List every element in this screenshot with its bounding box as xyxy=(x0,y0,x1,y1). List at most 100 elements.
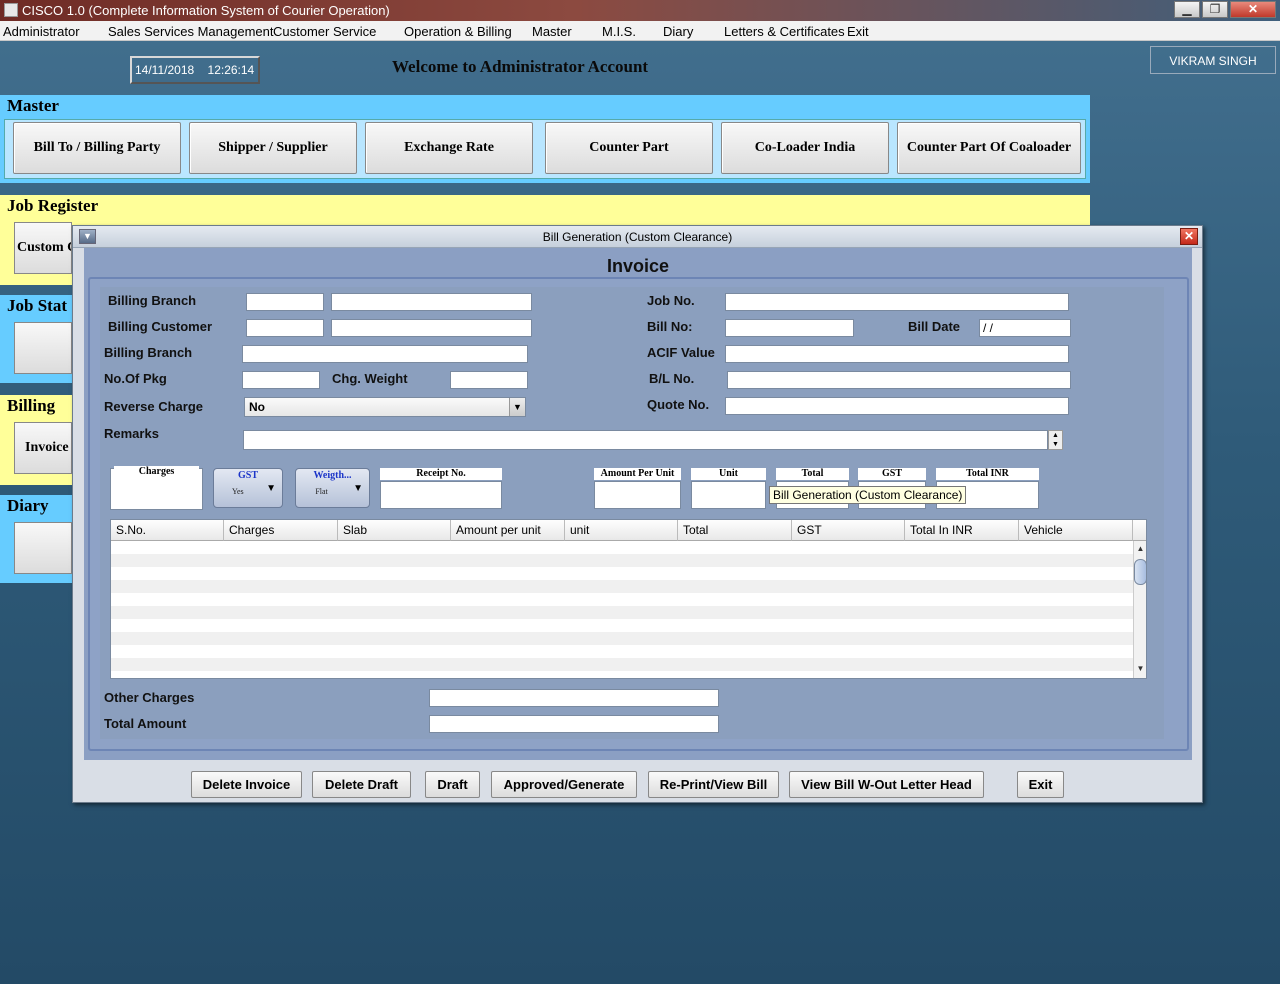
table-row[interactable] xyxy=(111,580,1133,593)
remarks-scroll-spinner[interactable]: ▲ ▼ xyxy=(1048,430,1063,450)
unit-input[interactable] xyxy=(691,481,766,509)
weight-select[interactable]: Weigth... Flat ▼ xyxy=(295,468,370,508)
billing-branch-2-input[interactable] xyxy=(242,345,528,363)
col-amount-per-unit[interactable]: Amount per unit xyxy=(451,520,565,541)
table-row[interactable] xyxy=(111,606,1133,619)
other-charges-input[interactable] xyxy=(429,689,719,707)
exchange-rate-button[interactable]: Exchange Rate xyxy=(365,122,533,174)
receipt-no-input[interactable] xyxy=(380,481,502,509)
bl-no-input[interactable] xyxy=(727,371,1071,389)
billing-customer-code-input[interactable] xyxy=(246,319,324,337)
col-total-in-inr[interactable]: Total In INR xyxy=(905,520,1019,541)
custom-clearance-button[interactable]: Custom C xyxy=(14,222,72,274)
maximize-button[interactable]: ❐ xyxy=(1202,1,1228,18)
reverse-charge-label: Reverse Charge xyxy=(104,399,203,414)
total-amount-label: Total Amount xyxy=(104,716,187,731)
table-row[interactable] xyxy=(111,554,1133,567)
bill-generation-dialog: ▼ Bill Generation (Custom Clearance) ✕ I… xyxy=(72,225,1203,803)
menu-letters-certificates[interactable]: Letters & Certificates xyxy=(724,24,845,39)
welcome-heading: Welcome to Administrator Account xyxy=(392,57,649,76)
menu-master[interactable]: Master xyxy=(532,24,572,39)
close-window-button[interactable]: ✕ xyxy=(1230,1,1276,18)
gst-select-label: GST xyxy=(237,470,258,481)
chevron-down-icon: ▼ xyxy=(509,398,525,416)
total-inr-label: Total INR xyxy=(936,468,1039,480)
billing-customer-name-input[interactable] xyxy=(331,319,532,337)
billing-branch-code-input[interactable] xyxy=(246,293,324,311)
invoice-button[interactable]: Invoice xyxy=(14,422,72,474)
diary-button[interactable] xyxy=(14,522,72,574)
view-bill-without-letter-head-button[interactable]: View Bill W-Out Letter Head xyxy=(789,771,984,798)
job-no-input[interactable] xyxy=(725,293,1069,311)
col-slab[interactable]: Slab xyxy=(338,520,451,541)
quote-no-label: Quote No. xyxy=(647,397,710,412)
bill-no-input[interactable] xyxy=(725,319,854,337)
acif-value-label: ACIF Value xyxy=(647,345,715,360)
col-total[interactable]: Total xyxy=(678,520,792,541)
no-of-pkg-label: No.Of Pkg xyxy=(104,371,167,386)
billing-branch-label: Billing Branch xyxy=(108,293,197,308)
menu-exit[interactable]: Exit xyxy=(847,24,869,39)
table-scrollbar[interactable]: ▲ ▼ xyxy=(1133,541,1146,678)
dialog-close-button[interactable]: ✕ xyxy=(1180,228,1198,245)
date-text: 14/11/2018 xyxy=(135,63,195,77)
reverse-charge-select[interactable]: No ▼ xyxy=(244,397,526,417)
gst-select[interactable]: GST Yes ▼ xyxy=(213,468,283,508)
table-row[interactable] xyxy=(111,658,1133,671)
menu-sales-services-management[interactable]: Sales Services Management xyxy=(108,24,273,39)
col-sno[interactable]: S.No. xyxy=(111,520,224,541)
bill-no-label: Bill No: xyxy=(647,319,693,334)
scroll-down-icon[interactable]: ▼ xyxy=(1134,663,1146,675)
gst-amount-label: GST xyxy=(858,468,926,480)
menu-customer-service[interactable]: Customer Service xyxy=(273,24,376,39)
bill-to-billing-party-button[interactable]: Bill To / Billing Party xyxy=(13,122,181,174)
app-title-bar: CISCO 1.0 (Complete Information System o… xyxy=(0,0,1280,21)
gst-select-value: Yes xyxy=(231,487,244,496)
master-section-title: Master xyxy=(0,95,1090,117)
bill-date-label: Bill Date xyxy=(908,319,961,334)
counter-part-button[interactable]: Counter Part xyxy=(545,122,713,174)
col-gst[interactable]: GST xyxy=(792,520,905,541)
date-time-display: 14/11/2018 12:26:14 xyxy=(130,56,260,84)
total-amount-input[interactable] xyxy=(429,715,719,733)
chg-weight-label: Chg. Weight xyxy=(332,371,408,386)
menu-operation-billing[interactable]: Operation & Billing xyxy=(404,24,512,39)
chevron-down-icon: ▼ xyxy=(353,483,363,494)
user-name-box: VIKRAM SINGH xyxy=(1150,46,1276,74)
exit-button[interactable]: Exit xyxy=(1017,771,1064,798)
shipper-supplier-button[interactable]: Shipper / Supplier xyxy=(189,122,357,174)
counter-part-of-coaloader-button[interactable]: Counter Part Of Coaloader xyxy=(897,122,1081,174)
job-no-label: Job No. xyxy=(647,293,695,308)
menu-bar: Administrator Sales Services Management … xyxy=(0,21,1280,41)
menu-administrator[interactable]: Administrator xyxy=(3,24,80,39)
col-unit[interactable]: unit xyxy=(565,520,678,541)
quote-no-input[interactable] xyxy=(725,397,1069,415)
menu-diary[interactable]: Diary xyxy=(663,24,693,39)
table-row[interactable] xyxy=(111,632,1133,645)
reprint-view-bill-button[interactable]: Re-Print/View Bill xyxy=(648,771,779,798)
acif-value-input[interactable] xyxy=(725,345,1069,363)
receipt-no-label: Receipt No. xyxy=(380,468,502,480)
draft-button[interactable]: Draft xyxy=(425,771,480,798)
bill-date-input[interactable]: / / xyxy=(979,319,1071,337)
billing-branch-name-input[interactable] xyxy=(331,293,532,311)
scroll-up-icon[interactable]: ▲ xyxy=(1134,543,1146,555)
amount-per-unit-input[interactable] xyxy=(594,481,681,509)
unit-label: Unit xyxy=(691,468,766,480)
scroll-thumb[interactable] xyxy=(1134,559,1146,585)
menu-mis[interactable]: M.I.S. xyxy=(602,24,636,39)
delete-invoice-button[interactable]: Delete Invoice xyxy=(191,771,302,798)
charges-table: S.No. Charges Slab Amount per unit unit … xyxy=(110,519,1147,679)
minimize-button[interactable]: ▁ xyxy=(1174,1,1200,18)
time-text: 12:26:14 xyxy=(207,63,255,77)
job-status-button[interactable] xyxy=(14,322,72,374)
col-vehicle[interactable]: Vehicle xyxy=(1019,520,1133,541)
no-of-pkg-input[interactable] xyxy=(242,371,320,389)
delete-draft-button[interactable]: Delete Draft xyxy=(312,771,411,798)
chg-weight-input[interactable] xyxy=(450,371,528,389)
remarks-textarea[interactable] xyxy=(243,430,1048,450)
amount-per-unit-label: Amount Per Unit xyxy=(594,468,681,480)
co-loader-india-button[interactable]: Co-Loader India xyxy=(721,122,889,174)
col-charges[interactable]: Charges xyxy=(224,520,338,541)
approved-generate-button[interactable]: Approved/Generate xyxy=(491,771,637,798)
